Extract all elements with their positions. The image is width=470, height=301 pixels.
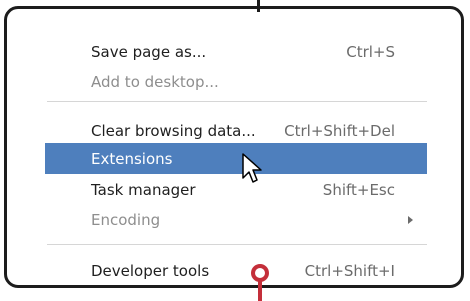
context-menu: Save page as... Ctrl+S Add to desktop...… [7,9,461,285]
menu-item-shortcut: Ctrl+Shift+I [304,261,395,280]
menu-item-label: Add to desktop... [91,72,219,91]
frame-top-marker [257,0,260,12]
menu-item-shortcut: Ctrl+S [346,42,395,61]
menu-separator [47,101,427,102]
location-pin-stem [258,281,262,301]
menu-item-label: Developer tools [91,261,210,280]
menu-item-encoding[interactable]: Encoding [7,204,461,235]
menu-item-label: Save page as... [91,42,207,61]
location-pin-icon [251,264,269,282]
menu-item-shortcut: Ctrl+Shift+Del [284,121,395,140]
menu-item-add-to-desktop[interactable]: Add to desktop... [7,66,461,97]
menu-item-extensions[interactable]: Extensions [45,143,427,174]
menu-item-save-page-as[interactable]: Save page as... Ctrl+S [7,36,461,67]
mouse-pointer-icon [242,153,262,183]
context-menu-frame: Save page as... Ctrl+S Add to desktop...… [4,6,464,288]
menu-item-label: Clear browsing data... [91,121,256,140]
menu-item-developer-tools[interactable]: Developer tools Ctrl+Shift+I [7,255,461,285]
menu-item-shortcut: Shift+Esc [322,180,395,199]
submenu-arrow-icon [408,215,413,224]
menu-item-label: Encoding [91,210,161,229]
menu-item-label: Extensions [91,149,173,168]
menu-item-clear-browsing-data[interactable]: Clear browsing data... Ctrl+Shift+Del [7,115,461,146]
menu-item-label: Task manager [91,180,196,199]
menu-separator [47,244,427,245]
menu-item-task-manager[interactable]: Task manager Shift+Esc [7,174,461,205]
